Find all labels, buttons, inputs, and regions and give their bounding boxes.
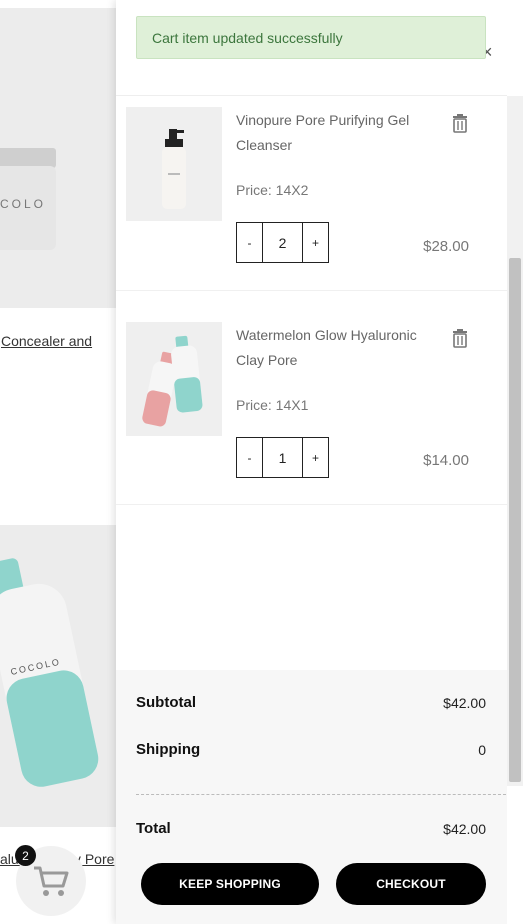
- quantity-input[interactable]: 1: [262, 438, 303, 477]
- cart-count-badge: 2: [15, 845, 36, 866]
- jar-brand-text: COLO: [0, 197, 46, 211]
- total-label: Total: [136, 820, 171, 837]
- success-toast: Cart item updated successfully: [136, 16, 486, 59]
- clay-bottles-image: [126, 322, 222, 436]
- unit-price: Price: 14X2: [236, 182, 309, 198]
- cart-summary: Subtotal $42.00 Shipping 0 Total $42.00 …: [116, 670, 507, 924]
- shipping-row: Shipping 0: [136, 741, 486, 758]
- decrease-button[interactable]: -: [237, 223, 262, 262]
- toast-message: Cart item updated successfully: [152, 29, 343, 46]
- total-value: $42.00: [443, 820, 486, 837]
- product-thumbnail: [126, 107, 222, 221]
- subtotal-label: Subtotal: [136, 694, 196, 711]
- increase-button[interactable]: +: [303, 223, 328, 262]
- trash-icon[interactable]: [452, 113, 468, 133]
- increase-button[interactable]: +: [303, 438, 328, 477]
- product-card-image[interactable]: COLO: [0, 8, 116, 308]
- quantity-stepper: - 1 +: [236, 437, 329, 478]
- line-total: $14.00: [423, 452, 469, 469]
- cart-icon: [34, 866, 69, 896]
- product-thumbnail: [126, 322, 222, 436]
- quantity-input[interactable]: 2: [262, 223, 303, 262]
- product-card-image[interactable]: COCOLO: [0, 525, 116, 827]
- cart-item: Vinopure Pore Purifying Gel Cleanser Pri…: [116, 96, 507, 291]
- bottle-image: COCOLO: [0, 525, 116, 827]
- cleanser-bottle-image: [126, 107, 222, 221]
- shipping-label: Shipping: [136, 741, 201, 758]
- cart-drawer: × Cart item updated successfully Vinopur…: [116, 0, 523, 924]
- trash-icon[interactable]: [452, 328, 468, 348]
- cart-item: Watermelon Glow Hyaluronic Clay Pore Pri…: [116, 291, 507, 505]
- product-link[interactable]: Concealer and: [1, 333, 92, 349]
- jar-image: COLO: [0, 8, 116, 308]
- checkout-button[interactable]: CHECKOUT: [336, 863, 486, 905]
- shipping-value: 0: [478, 741, 486, 758]
- subtotal-value: $42.00: [443, 694, 486, 711]
- summary-divider: [136, 794, 506, 795]
- item-name[interactable]: Watermelon Glow Hyaluronic Clay Pore: [236, 323, 421, 373]
- keep-shopping-button[interactable]: KEEP SHOPPING: [141, 863, 319, 905]
- decrease-button[interactable]: -: [237, 438, 262, 477]
- quantity-stepper: - 2 +: [236, 222, 329, 263]
- total-row: Total $42.00: [136, 820, 486, 837]
- line-total: $28.00: [423, 238, 469, 255]
- subtotal-row: Subtotal $42.00: [136, 694, 486, 711]
- product-grid-background: COLO Concealer and COCOLO aluronic Clay …: [0, 0, 116, 924]
- unit-price: Price: 14X1: [236, 397, 309, 413]
- item-name[interactable]: Vinopure Pore Purifying Gel Cleanser: [236, 108, 421, 158]
- scrollbar-thumb[interactable]: [509, 258, 521, 782]
